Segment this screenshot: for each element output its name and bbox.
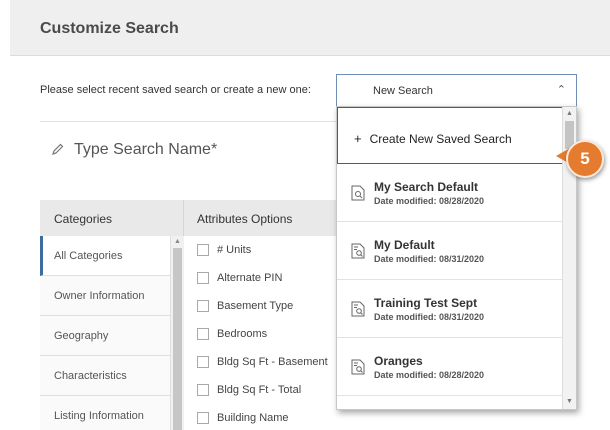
scroll-up-icon[interactable]: ▲ — [174, 238, 181, 245]
document-list-search-icon — [351, 359, 365, 375]
attribute-list: # Units Alternate PIN Basement Type Bedr… — [197, 236, 347, 430]
saved-search-dropdown: + Create New Saved Search My Search Defau… — [336, 106, 577, 410]
divider — [40, 121, 340, 122]
chevron-up-icon[interactable]: ⌃ — [557, 83, 566, 96]
category-scrollbar[interactable]: ▲ — [170, 236, 184, 430]
document-list-search-icon — [351, 301, 365, 317]
saved-search-date: Date modified: 08/28/2020 — [374, 196, 485, 206]
category-item-owner[interactable]: Owner Information — [40, 276, 170, 316]
attribute-option[interactable]: # Units — [197, 236, 347, 264]
attribute-label: # Units — [217, 244, 252, 256]
attribute-label: Bedrooms — [217, 328, 268, 340]
scroll-up-icon[interactable]: ▲ — [566, 110, 573, 117]
plus-icon: + — [354, 131, 362, 146]
attribute-option[interactable]: Bedrooms — [197, 320, 347, 348]
attribute-label: Bldg Sq Ft - Total — [217, 384, 302, 396]
saved-search-date: Date modified: 08/31/2020 — [374, 312, 485, 322]
category-item-listing[interactable]: Listing Information — [40, 396, 170, 430]
category-scroll-thumb[interactable] — [173, 248, 182, 430]
saved-search-name: My Search Default — [374, 180, 479, 194]
attribute-option[interactable]: Building Name — [197, 404, 347, 430]
checkbox[interactable] — [197, 300, 209, 312]
saved-search-select[interactable]: New Search ⌃ — [336, 74, 577, 106]
checkbox[interactable] — [197, 328, 209, 340]
category-list: All Categories Owner Information Geograp… — [40, 236, 170, 430]
attribute-option[interactable]: Basement Type — [197, 292, 347, 320]
panel-header: Customize Search — [10, 0, 610, 56]
create-label: Create New Saved Search — [369, 132, 512, 146]
attribute-label: Bldg Sq Ft - Basement — [217, 356, 328, 368]
saved-search-select-value: New Search — [373, 85, 433, 97]
saved-search-item[interactable]: My Search Default Date modified: 08/28/2… — [337, 164, 563, 222]
categories-header: Categories — [40, 200, 184, 236]
document-search-icon — [351, 185, 365, 201]
attributes-header: Attributes Options — [184, 200, 344, 236]
saved-search-name: Oranges — [374, 354, 423, 368]
create-new-saved-search-button[interactable]: + Create New Saved Search — [337, 107, 563, 164]
saved-search-list: My Search Default Date modified: 08/28/2… — [337, 164, 563, 396]
saved-search-date: Date modified: 08/28/2020 — [374, 370, 485, 380]
search-name-placeholder: Type Search Name* — [74, 141, 218, 158]
category-item-geography[interactable]: Geography — [40, 316, 170, 356]
saved-search-item[interactable]: Training Test Sept Date modified: 08/31/… — [337, 280, 563, 338]
document-list-search-icon — [351, 243, 365, 259]
checkbox[interactable] — [197, 244, 209, 256]
search-name-field[interactable]: Type Search Name* — [52, 141, 217, 159]
page-title: Customize Search — [40, 20, 179, 37]
scroll-down-icon[interactable]: ▼ — [566, 398, 573, 405]
checkbox[interactable] — [197, 412, 209, 424]
attribute-label: Building Name — [217, 412, 289, 424]
pencil-icon — [52, 143, 64, 155]
checkbox[interactable] — [197, 272, 209, 284]
select-prompt: Please select recent saved search or cre… — [40, 84, 311, 96]
saved-search-name: Training Test Sept — [374, 296, 478, 310]
category-item-all[interactable]: All Categories — [40, 236, 170, 276]
checkbox[interactable] — [197, 356, 209, 368]
checkbox[interactable] — [197, 384, 209, 396]
attribute-option[interactable]: Bldg Sq Ft - Total — [197, 376, 347, 404]
attribute-label: Basement Type — [217, 300, 294, 312]
saved-search-name: My Default — [374, 238, 435, 252]
saved-search-item[interactable]: My Default Date modified: 08/31/2020 — [337, 222, 563, 280]
category-item-characteristics[interactable]: Characteristics — [40, 356, 170, 396]
attribute-label: Alternate PIN — [217, 272, 283, 284]
attribute-option[interactable]: Alternate PIN — [197, 264, 347, 292]
saved-search-date: Date modified: 08/31/2020 — [374, 254, 485, 264]
saved-search-item[interactable]: Oranges Date modified: 08/28/2020 — [337, 338, 563, 396]
attribute-option[interactable]: Bldg Sq Ft - Basement — [197, 348, 347, 376]
step-callout-badge: 5 — [566, 140, 604, 178]
